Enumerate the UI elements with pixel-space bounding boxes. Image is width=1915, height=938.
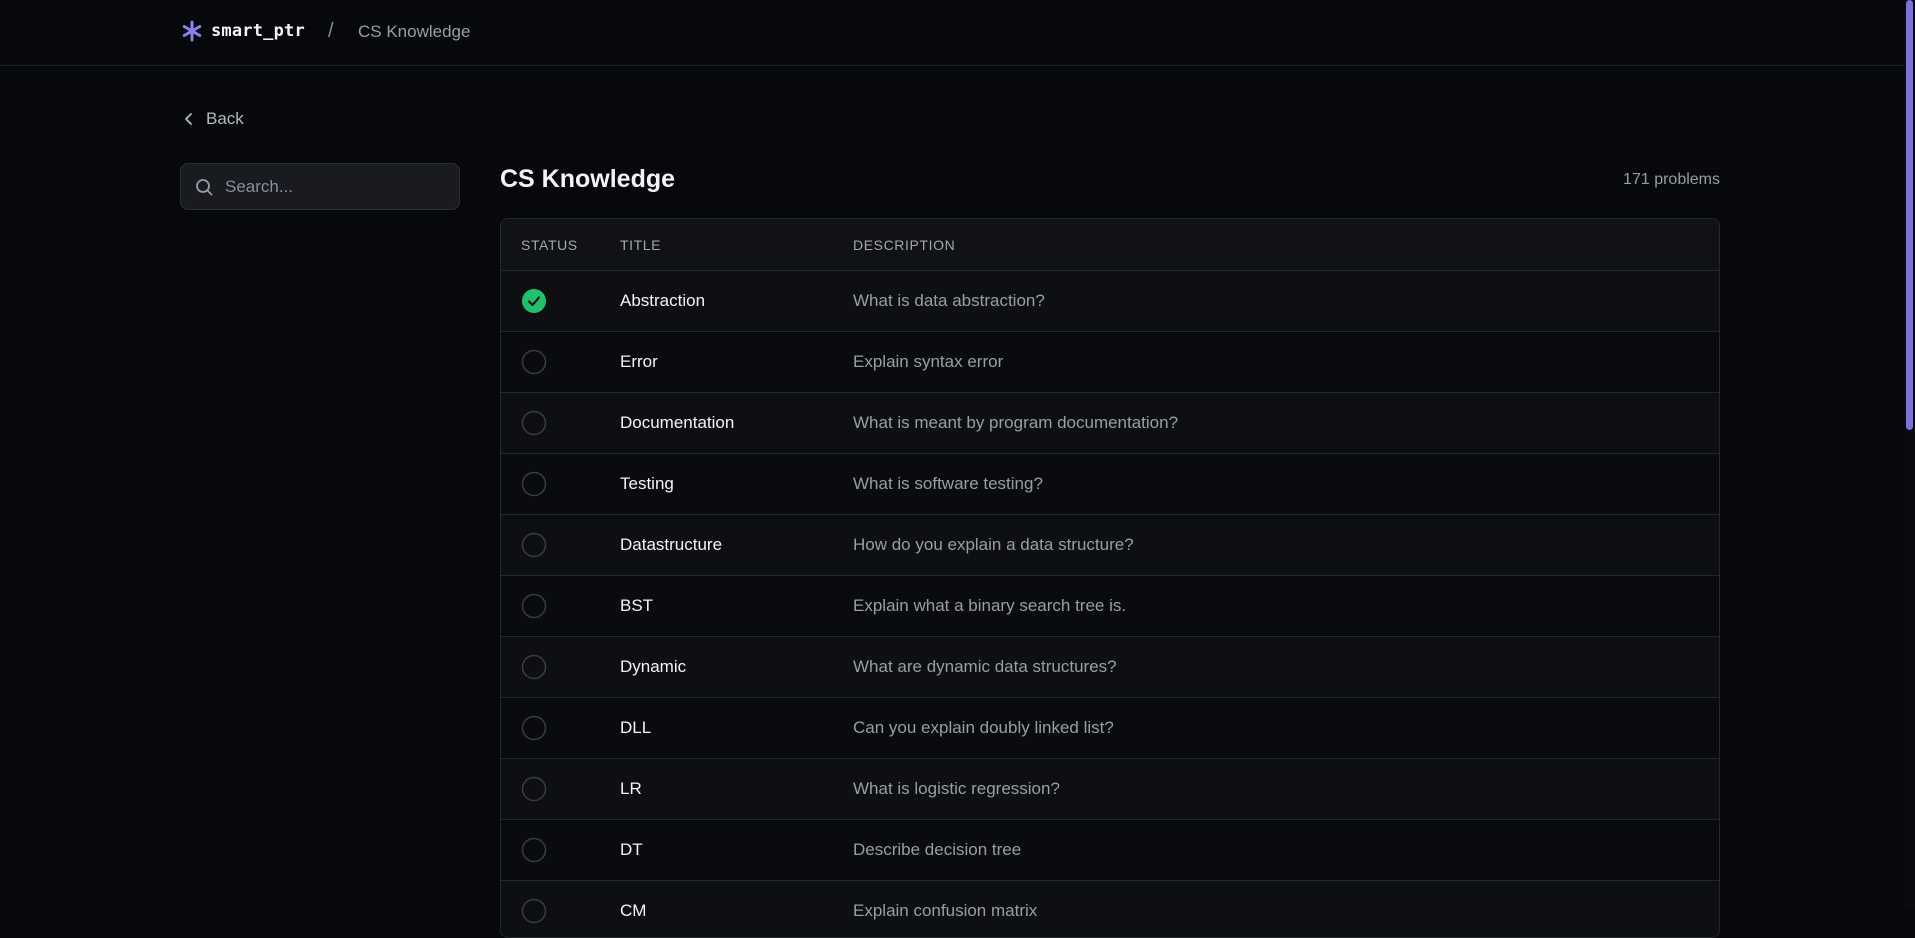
breadcrumb-separator: /	[328, 20, 334, 42]
search-icon	[196, 179, 213, 196]
asterisk-icon	[182, 20, 202, 42]
problem-title[interactable]: CM	[620, 901, 646, 921]
problem-description: What is logistic regression?	[853, 779, 1060, 798]
empty-circle-icon	[521, 654, 547, 680]
table-row[interactable]: LR What is logistic regression?	[501, 759, 1719, 820]
page-scrollbar[interactable]	[1904, 0, 1915, 908]
problem-title[interactable]: Dynamic	[620, 657, 686, 677]
problem-description: What is meant by program documentation?	[853, 413, 1179, 432]
empty-circle-icon	[521, 776, 547, 802]
brand-name: smart_ptr	[211, 21, 305, 41]
breadcrumb-current: CS Knowledge	[358, 22, 471, 41]
column-header-description[interactable]: DESCRIPTION	[853, 237, 955, 253]
column-header-status[interactable]: STATUS	[521, 237, 578, 253]
problem-title[interactable]: DLL	[620, 718, 651, 738]
problem-title[interactable]: Abstraction	[620, 291, 705, 311]
table-row[interactable]: Abstraction What is data abstraction?	[501, 271, 1719, 332]
table-row[interactable]: Datastructure How do you explain a data s…	[501, 515, 1719, 576]
problem-description: Describe decision tree	[853, 840, 1022, 859]
problem-title[interactable]: Documentation	[620, 413, 734, 433]
table-row[interactable]: DT Describe decision tree	[501, 820, 1719, 881]
empty-circle-icon	[521, 898, 547, 924]
page-title: CS Knowledge	[500, 165, 676, 193]
problem-title[interactable]: Datastructure	[620, 535, 722, 555]
empty-circle-icon	[521, 471, 547, 497]
problem-description: Explain confusion matrix	[853, 901, 1038, 920]
empty-circle-icon	[521, 715, 547, 741]
table-row[interactable]: Testing What is software testing?	[501, 454, 1719, 515]
table-row[interactable]: Documentation What is meant by program do…	[501, 393, 1719, 454]
problem-description: Explain what a binary search tree is.	[853, 596, 1127, 615]
chevron-left-icon	[185, 113, 192, 125]
back-label: Back	[206, 109, 244, 128]
scrollbar-thumb[interactable]	[1906, 0, 1913, 430]
problem-count: 171 problems	[1623, 171, 1720, 188]
problem-description: Can you explain doubly linked list?	[853, 718, 1114, 737]
table-row[interactable]: DLL Can you explain doubly linked list?	[501, 698, 1719, 759]
empty-circle-icon	[521, 837, 547, 863]
problem-description: Explain syntax error	[853, 352, 1004, 371]
table-row[interactable]: Error Explain syntax error	[501, 332, 1719, 393]
table-row[interactable]: Dynamic What are dynamic data structures?	[501, 637, 1719, 698]
table-row[interactable]: CM Explain confusion matrix	[501, 881, 1719, 937]
problem-title[interactable]: DT	[620, 840, 643, 860]
brand[interactable]: smart_ptr	[181, 20, 305, 42]
empty-circle-icon	[521, 532, 547, 558]
empty-circle-icon	[521, 593, 547, 619]
problems-table: STATUS TITLE DESCRIPTION Abstraction What…	[500, 218, 1720, 938]
problem-title[interactable]: LR	[620, 779, 642, 799]
search-input[interactable]	[225, 164, 445, 209]
problem-title[interactable]: Error	[620, 352, 658, 372]
problem-description: How do you explain a data structure?	[853, 535, 1134, 554]
problem-description: What is software testing?	[853, 474, 1043, 493]
empty-circle-icon	[521, 410, 547, 436]
table-body: Abstraction What is data abstraction? Erro…	[501, 271, 1719, 937]
back-link[interactable]: Back	[182, 109, 244, 129]
search-box[interactable]	[180, 163, 460, 210]
column-header-title[interactable]: TITLE	[620, 237, 661, 253]
problem-description: What are dynamic data structures?	[853, 657, 1117, 676]
table-header: STATUS TITLE DESCRIPTION	[501, 219, 1719, 271]
problem-title[interactable]: Testing	[620, 474, 674, 494]
top-bar: smart_ptr / CS Knowledge	[0, 0, 1904, 66]
problem-description: What is data abstraction?	[853, 291, 1045, 310]
problem-title[interactable]: BST	[620, 596, 653, 616]
table-row[interactable]: BST Explain what a binary search tree is.	[501, 576, 1719, 637]
empty-circle-icon	[521, 349, 547, 375]
check-circle-icon	[522, 289, 546, 313]
